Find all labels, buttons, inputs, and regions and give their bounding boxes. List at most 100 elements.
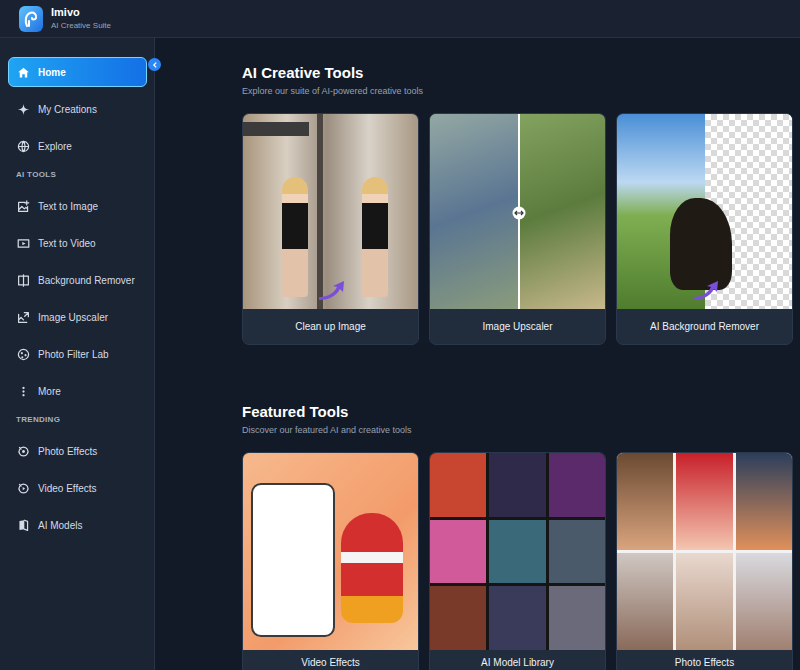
section-title: AI Creative Tools	[242, 64, 793, 82]
sidebar-item[interactable]: Video Effects	[8, 473, 147, 503]
sidebar-item-label: AI Models	[38, 520, 82, 531]
sidebar-item-label: Text to Image	[38, 201, 98, 212]
preview-screen	[251, 483, 335, 637]
dog-figure	[670, 198, 732, 290]
card-picture	[617, 453, 792, 650]
sidebar-item[interactable]: My Creations	[8, 94, 147, 124]
model-tile	[549, 453, 605, 517]
portrait-tile	[736, 553, 792, 650]
portrait-tile	[676, 453, 732, 550]
sidebar-item[interactable]: AI Models	[8, 510, 147, 540]
sidebar-item-label: More	[38, 386, 61, 397]
home-icon	[17, 66, 30, 79]
person-figure	[362, 177, 388, 297]
model-tiles	[430, 453, 605, 650]
sidebar-item-label: Explore	[38, 141, 72, 152]
arrow-icon	[691, 279, 721, 301]
sidebar-item[interactable]: Text to Video	[8, 228, 147, 258]
model-tile	[430, 520, 486, 584]
card-picture	[243, 453, 418, 650]
card-label: Image Upscaler	[430, 309, 605, 344]
model-tile	[489, 520, 545, 584]
model-tile	[549, 520, 605, 584]
tool-card[interactable]: Clean up Image	[242, 113, 419, 345]
sidebar-item[interactable]: Home	[8, 57, 147, 87]
sidebar: Home My Creations Explore AI TOOLS Text to I…	[0, 38, 155, 670]
sparkle-icon	[17, 103, 30, 116]
tool-card[interactable]: AI Model Library	[429, 452, 606, 670]
sidebar-item[interactable]: More	[8, 376, 147, 406]
tool-card[interactable]: Video Effects	[242, 452, 419, 670]
portrait-tiles	[617, 453, 792, 650]
sidebar-item[interactable]: Photo Effects	[8, 436, 147, 466]
card-label: Video Effects	[243, 650, 418, 670]
tool-card[interactable]: Photo Effects	[616, 452, 793, 670]
app-title: Imivo	[51, 6, 111, 19]
sidebar-item[interactable]: Explore	[8, 131, 147, 161]
section-subtitle: Discover our featured AI and creative to…	[242, 425, 793, 436]
sidebar-item-label: Photo Filter Lab	[38, 349, 109, 360]
sidebar-item[interactable]: Text to Image	[8, 191, 147, 221]
portrait-tile	[617, 553, 673, 650]
brand: Imivo AI Creative Suite	[51, 6, 111, 31]
top-bar: Imivo AI Creative Suite	[0, 0, 800, 38]
sidebar-item-label: Text to Video	[38, 238, 96, 249]
model-tile	[549, 586, 605, 650]
ai-models-icon	[17, 519, 30, 532]
section-title: Featured Tools	[242, 403, 793, 421]
card-label: AI Background Remover	[617, 309, 792, 344]
sidebar-section-heading: AI TOOLS	[8, 168, 147, 184]
portrait-tile	[617, 453, 673, 550]
portrait-tile	[736, 453, 792, 550]
arrow-icon	[317, 279, 347, 301]
model-tile	[489, 453, 545, 517]
sidebar-item[interactable]: Background Remover	[8, 265, 147, 295]
split-icon	[17, 274, 30, 287]
text-to-image-icon	[17, 200, 30, 213]
sidebar-item-label: Video Effects	[38, 483, 97, 494]
main-content: AI Creative Tools Explore our suite of AI…	[155, 38, 800, 670]
card-label: AI Model Library	[430, 650, 605, 670]
globe-icon	[17, 140, 30, 153]
santa-figure	[341, 513, 403, 623]
video-effects-icon	[17, 482, 30, 495]
model-tile	[430, 586, 486, 650]
more-icon	[17, 385, 30, 398]
card-picture	[430, 114, 605, 309]
logo-icon[interactable]	[19, 6, 43, 32]
card-picture	[430, 453, 605, 650]
card-grid: Clean up Image Image Upscaler AI Backgroun…	[242, 113, 793, 345]
model-tile	[430, 453, 486, 517]
sidebar-item[interactable]: Photo Filter Lab	[8, 339, 147, 369]
sidebar-item-label: My Creations	[38, 104, 97, 115]
model-tile	[489, 586, 545, 650]
pole	[317, 114, 323, 309]
upscale-icon	[17, 311, 30, 324]
body: Home My Creations Explore AI TOOLS Text to I…	[0, 38, 800, 670]
photo-effects-icon	[17, 445, 30, 458]
app-window: Imivo AI Creative Suite Home My Creations Ex…	[0, 0, 800, 670]
card-label: Clean up Image	[243, 309, 418, 344]
sidebar-item-label: Image Upscaler	[38, 312, 108, 323]
card-grid: Video Effects AI Model Library Photo Effec…	[242, 452, 793, 670]
card-picture	[243, 114, 418, 309]
collapse-button[interactable]	[148, 58, 161, 71]
portrait-tile	[676, 553, 732, 650]
street-sign	[243, 122, 309, 136]
compare-handle-icon[interactable]	[512, 206, 526, 220]
sidebar-item[interactable]: Image Upscaler	[8, 302, 147, 332]
app-subtitle: AI Creative Suite	[51, 21, 111, 31]
tool-section: AI Creative Tools Explore our suite of AI…	[242, 64, 793, 345]
tool-card[interactable]: AI Background Remover	[616, 113, 793, 345]
tool-card[interactable]: Image Upscaler	[429, 113, 606, 345]
card-label: Photo Effects	[617, 650, 792, 670]
card-picture	[617, 114, 792, 309]
sidebar-item-label: Background Remover	[38, 275, 135, 286]
blurred-half	[430, 114, 518, 309]
sidebar-item-label: Photo Effects	[38, 446, 97, 457]
tool-section: Featured Tools Discover our featured AI a…	[242, 403, 793, 670]
person-figure	[282, 177, 308, 297]
sidebar-section-heading: TRENDING	[8, 413, 147, 429]
section-subtitle: Explore our suite of AI-powered creative…	[242, 86, 793, 97]
filter-icon	[17, 348, 30, 361]
